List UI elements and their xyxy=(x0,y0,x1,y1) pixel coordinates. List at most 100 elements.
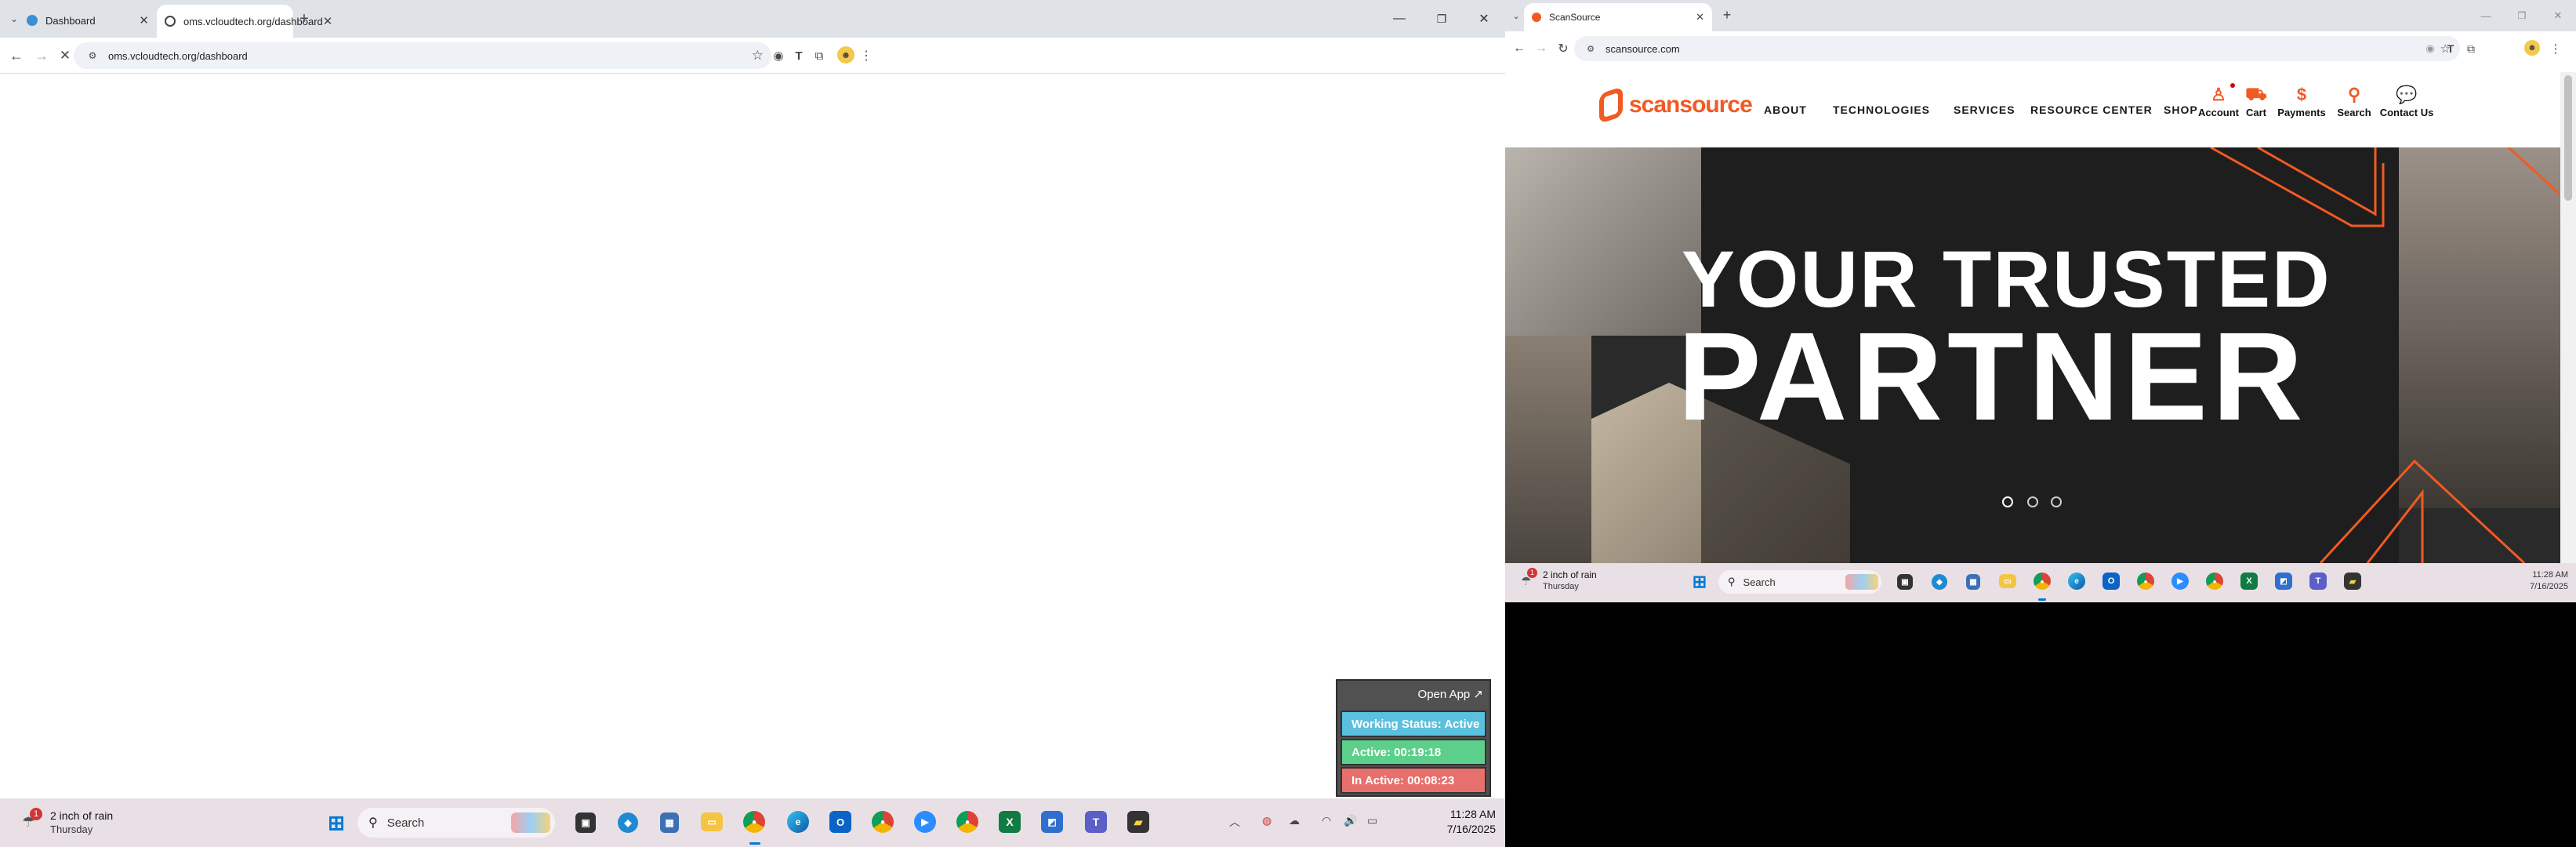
chrome-icon[interactable]: ● xyxy=(2034,573,2051,590)
search-highlight-icon xyxy=(511,812,550,833)
new-tab-icon[interactable]: + xyxy=(1718,6,1736,24)
chrome-icon[interactable]: ● xyxy=(743,811,765,833)
tab-scansource[interactable]: ScanSource ✕ xyxy=(1524,3,1712,31)
slide-dot-2[interactable] xyxy=(2027,496,2038,507)
open-app-link[interactable]: Open App ↗ xyxy=(1418,687,1483,701)
maximize-icon[interactable]: ❐ xyxy=(2504,0,2540,31)
teams-icon[interactable]: T xyxy=(2309,573,2327,590)
inactive-time-button[interactable]: In Active: 00:08:23 xyxy=(1341,767,1486,794)
battery-icon[interactable]: ▭ xyxy=(1367,814,1377,827)
contact-link[interactable]: 💬 Contact Us xyxy=(2375,83,2438,118)
payments-link[interactable]: $ Payments xyxy=(2273,83,2330,118)
chrome-profile-icon[interactable]: ● xyxy=(2137,573,2154,590)
forward-icon[interactable]: → xyxy=(31,45,52,66)
tab-title: ScanSource xyxy=(1549,12,1601,23)
address-bar[interactable]: ⚙ oms.vcloudtech.org/dashboard ☆ xyxy=(74,42,771,69)
cart-link[interactable]: ⛟ Cart xyxy=(2240,83,2272,119)
zoom-icon[interactable]: ▶ xyxy=(2171,573,2189,590)
start-icon[interactable]: ⊞ xyxy=(325,811,348,834)
forward-icon[interactable]: → xyxy=(1533,41,1549,56)
excel-icon[interactable]: X xyxy=(2240,573,2258,590)
chrome-alt-icon[interactable]: ● xyxy=(956,811,978,833)
close-tab-icon[interactable]: ✕ xyxy=(323,14,333,28)
remote-desktop-icon[interactable]: ◩ xyxy=(1041,811,1063,833)
remote-desktop-icon[interactable]: ◩ xyxy=(2275,573,2292,590)
close-tab-icon[interactable]: ✕ xyxy=(1696,11,1704,24)
close-window-icon[interactable]: ✕ xyxy=(1463,0,1505,38)
site-info-icon[interactable]: ⚙ xyxy=(85,50,100,61)
profile-avatar-icon[interactable]: ☻ xyxy=(837,46,854,64)
reader-icon[interactable]: T xyxy=(790,47,807,64)
extension-icon[interactable]: ◉ xyxy=(770,47,787,64)
close-window-icon[interactable]: ✕ xyxy=(2540,0,2576,31)
back-icon[interactable]: ← xyxy=(6,45,27,66)
profile-avatar-icon[interactable]: ☻ xyxy=(2524,40,2540,56)
new-tab-icon[interactable]: + xyxy=(295,9,314,28)
taskbar-search[interactable]: ⚲ Search xyxy=(1718,570,1881,594)
active-time-button[interactable]: Active: 00:19:18 xyxy=(1341,739,1486,765)
task-view-icon[interactable]: ▣ xyxy=(575,812,596,833)
copilot-icon[interactable]: ◆ xyxy=(1932,574,1947,590)
extensions-puzzle-icon[interactable]: ⧉ xyxy=(811,47,828,64)
minimize-icon[interactable]: — xyxy=(2468,0,2504,31)
menu-dots-icon[interactable]: ⋮ xyxy=(2548,41,2563,56)
nav-technologies[interactable]: TECHNOLOGIES xyxy=(1833,104,1930,116)
extensions-puzzle-icon[interactable]: ⧉ xyxy=(2463,41,2479,56)
tray-chevron-icon[interactable]: ︿ xyxy=(1229,814,1240,830)
edge-icon[interactable]: e xyxy=(787,811,809,833)
scrollbar-thumb[interactable] xyxy=(2564,75,2572,201)
copilot-icon[interactable]: ◆ xyxy=(618,812,638,833)
chrome-profile-icon[interactable]: ● xyxy=(872,811,894,833)
clock[interactable]: 11:28 AM 7/16/2025 xyxy=(2485,570,2568,591)
tab-dashboard[interactable]: Dashboard ✕ xyxy=(19,5,157,36)
chrome-alt-icon[interactable]: ● xyxy=(2206,573,2223,590)
taskbar-search[interactable]: ⚲ Search xyxy=(357,808,555,838)
tab-search-icon[interactable]: ⌄ xyxy=(1508,8,1524,24)
menu-dots-icon[interactable]: ⋮ xyxy=(858,47,875,64)
nav-shop[interactable]: SHOP xyxy=(2164,104,2198,116)
teams-icon[interactable]: T xyxy=(1085,811,1107,833)
volume-icon[interactable]: 🔊 xyxy=(1344,814,1357,827)
stop-loading-icon[interactable]: ✕ xyxy=(55,45,75,66)
weather-widget[interactable]: ☂ 1 2 inch of rain Thursday xyxy=(1519,568,1613,596)
tray-cloud-icon[interactable]: ☁ xyxy=(1289,814,1300,827)
back-icon[interactable]: ← xyxy=(1511,41,1527,56)
site-info-icon[interactable]: ⚙ xyxy=(1584,44,1598,54)
calculator-icon[interactable]: ▦ xyxy=(660,812,679,833)
outlook-icon[interactable]: O xyxy=(829,811,851,833)
search-link[interactable]: ⚲ Search xyxy=(2335,83,2374,118)
edge-icon[interactable]: e xyxy=(2068,573,2085,590)
task-view-icon[interactable]: ▣ xyxy=(1897,574,1913,590)
excel-icon[interactable]: X xyxy=(999,811,1021,833)
calculator-icon[interactable]: ▦ xyxy=(1966,574,1980,590)
maximize-icon[interactable]: ❐ xyxy=(1420,0,1463,38)
sticky-notes-icon[interactable]: ▰ xyxy=(2344,573,2361,590)
zoom-icon[interactable]: ▶ xyxy=(914,811,936,833)
wifi-icon[interactable]: ◠ xyxy=(1322,814,1331,827)
scansource-logo[interactable]: scansource xyxy=(1599,86,1753,124)
reload-icon[interactable]: ↻ xyxy=(1555,41,1571,56)
page-scrollbar[interactable] xyxy=(2560,72,2576,563)
nav-about[interactable]: ABOUT xyxy=(1764,104,1807,116)
nav-resource-center[interactable]: RESOURCE CENTER xyxy=(2030,104,2153,116)
minimize-icon[interactable]: — xyxy=(1378,0,1420,38)
file-explorer-icon[interactable]: ▭ xyxy=(1999,574,2016,588)
slide-dot-1[interactable] xyxy=(2002,496,2013,507)
working-status-button[interactable]: Working Status: Active xyxy=(1341,711,1486,737)
reader-icon[interactable]: T xyxy=(2443,41,2458,56)
nav-services[interactable]: SERVICES xyxy=(1954,104,2015,116)
outlook-icon[interactable]: O xyxy=(2103,573,2120,590)
tab-oms-dashboard[interactable]: oms.vcloudtech.org/dashboard ✕ xyxy=(157,5,332,38)
address-bar[interactable]: ⚙ scansource.com ☆ xyxy=(1574,36,2460,61)
extension-icon[interactable]: ◉ xyxy=(2422,41,2438,56)
weather-widget[interactable]: ☂ 1 2 inch of rain Thursday xyxy=(19,808,129,836)
tray-app-icon[interactable]: ◍ xyxy=(1262,814,1272,827)
sticky-notes-icon[interactable]: ▰ xyxy=(1127,811,1149,833)
file-explorer-icon[interactable]: ▭ xyxy=(701,812,723,831)
account-link[interactable]: ♙ Account xyxy=(2195,83,2242,118)
slide-dot-3[interactable] xyxy=(2051,496,2062,507)
clock[interactable]: 11:28 AM 7/16/2025 xyxy=(1403,808,1496,835)
close-tab-icon[interactable]: ✕ xyxy=(139,13,149,27)
bookmark-star-icon[interactable]: ☆ xyxy=(752,48,764,64)
start-icon[interactable]: ⊞ xyxy=(1690,572,1709,591)
